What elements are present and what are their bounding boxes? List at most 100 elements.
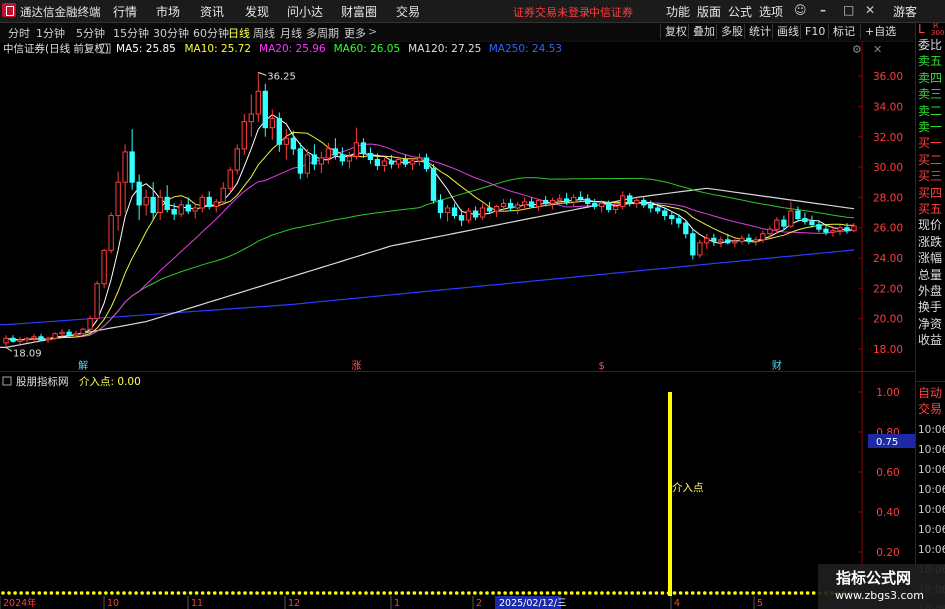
zero-dot: [98, 591, 102, 595]
period-60min[interactable]: 60分钟: [193, 25, 229, 41]
zero-dot: [104, 591, 108, 595]
zero-dot: [382, 591, 386, 595]
zero-dot: [805, 591, 810, 595]
zero-dot: [237, 591, 241, 595]
period-5min[interactable]: 5分钟: [76, 25, 105, 41]
candle-body: [192, 207, 198, 212]
zero-dot: [164, 591, 169, 595]
zero-dot: [303, 591, 308, 595]
current-value-text: 0.75: [876, 437, 898, 448]
menu-ask[interactable]: 问小达: [287, 3, 323, 20]
user-icon[interactable]: ☺: [794, 3, 807, 17]
period-weekly[interactable]: 周线: [253, 25, 275, 41]
period-30min[interactable]: 30分钟: [153, 25, 189, 41]
candle-body: [409, 160, 416, 165]
auto-trade-label-2[interactable]: 交易: [918, 401, 942, 417]
period-multi[interactable]: 多周期: [306, 25, 339, 41]
indicator-chart[interactable]: 股朋指标网 介入点: 0.001.000.800.600.400.200.75介入…: [0, 372, 915, 596]
candle-body: [585, 198, 591, 204]
indicator-tick-label: 0.20: [876, 547, 899, 559]
zero-dot: [654, 591, 659, 595]
zero-dot: [370, 591, 374, 595]
zero-dot: [642, 591, 647, 595]
zero-dot: [733, 591, 737, 595]
candle-body: [437, 199, 444, 214]
candle-body: [164, 196, 170, 210]
menu-markets[interactable]: 市场: [156, 3, 180, 20]
menu-market[interactable]: 行情: [113, 3, 137, 20]
mark-button[interactable]: 标记: [828, 24, 859, 39]
candle-body: [353, 142, 360, 157]
menu-formula[interactable]: 公式: [728, 3, 752, 20]
menu-discover[interactable]: 发现: [245, 3, 269, 20]
maximize-icon[interactable]: □: [843, 3, 854, 17]
add-watchlist-button[interactable]: +自选: [860, 24, 900, 39]
zero-dot: [436, 591, 441, 595]
menu-options[interactable]: 选项: [759, 3, 783, 20]
ma-legend-1: MA10: 25.72: [185, 43, 252, 55]
period-15min[interactable]: 15分钟: [113, 25, 149, 41]
zero-dot: [315, 591, 320, 595]
signal-label: 介入点: [672, 482, 704, 494]
zero-dot: [170, 591, 175, 595]
period-toolbar: 分时 1分钟 5分钟 15分钟 30分钟 60分钟 日线 周线 月线 多周期 更…: [0, 23, 915, 42]
zero-dot: [715, 591, 719, 595]
candle-body: [262, 90, 268, 129]
candle-body: [662, 210, 668, 217]
time-label: 4: [674, 598, 680, 609]
f10-button[interactable]: F10: [800, 24, 829, 39]
menu-layout[interactable]: 版面: [697, 3, 721, 20]
chevron-right-icon[interactable]: >: [368, 25, 377, 38]
candle-body: [430, 168, 437, 201]
candle-body: [781, 219, 787, 227]
zero-dot: [128, 591, 132, 595]
candle-body: [339, 154, 346, 162]
close-icon[interactable]: ✕: [865, 3, 875, 17]
zero-dot: [624, 591, 628, 595]
menu-news[interactable]: 资讯: [200, 3, 224, 20]
period-more[interactable]: 更多: [344, 25, 366, 41]
candle-body: [725, 239, 731, 244]
multi-stock-button[interactable]: 多股: [716, 24, 747, 39]
draw-line-button[interactable]: 画线: [772, 24, 803, 39]
minimize-icon[interactable]: –: [820, 3, 826, 17]
menu-trade[interactable]: 交易: [396, 3, 420, 20]
trade-login-status[interactable]: 证券交易未登录: [513, 4, 590, 20]
quote-label: 买五: [918, 202, 943, 216]
candle-body: [38, 336, 44, 341]
zero-dot: [497, 591, 501, 595]
broker-name[interactable]: 中信证券: [589, 4, 633, 20]
candle-body: [283, 137, 289, 145]
zero-dot: [751, 591, 755, 595]
statistics-button[interactable]: 统计: [744, 24, 775, 39]
zero-dot: [134, 591, 138, 595]
quote-label: 卖五: [918, 54, 943, 69]
menu-function[interactable]: 功能: [666, 3, 690, 20]
zero-dot: [243, 591, 247, 595]
period-intraday[interactable]: 分时: [8, 25, 30, 41]
auto-trade-label-1[interactable]: 自动: [918, 385, 942, 401]
candle-body: [290, 137, 297, 150]
candle-body: [444, 207, 451, 214]
overlay-button[interactable]: 叠加: [688, 24, 719, 39]
candle-body: [599, 202, 605, 207]
zero-dot: [158, 591, 163, 595]
period-monthly[interactable]: 月线: [280, 25, 302, 41]
candle-body: [94, 283, 100, 320]
time-label: 10: [107, 598, 119, 609]
period-1min[interactable]: 1分钟: [36, 25, 65, 41]
zero-dot: [757, 591, 762, 595]
zero-dot: [600, 591, 604, 595]
menu-wealth[interactable]: 财富圈: [341, 3, 377, 20]
quote-label: 总量: [918, 267, 943, 282]
guest-label[interactable]: 游客: [893, 3, 917, 20]
zero-dot: [273, 591, 278, 595]
price-tick-label: 30.00: [873, 162, 903, 174]
candle-body: [451, 207, 458, 217]
price-chart[interactable]: 36.00 34.00 32.00 30.00 28.00 26.00 24.00 22.00…: [0, 41, 915, 372]
indicator-name: 股朋指标网: [16, 375, 69, 388]
period-daily[interactable]: 日线: [228, 25, 250, 41]
rights-adjust-button[interactable]: 复权: [660, 24, 691, 39]
candle-body: [24, 337, 30, 341]
zero-dot: [116, 591, 120, 595]
